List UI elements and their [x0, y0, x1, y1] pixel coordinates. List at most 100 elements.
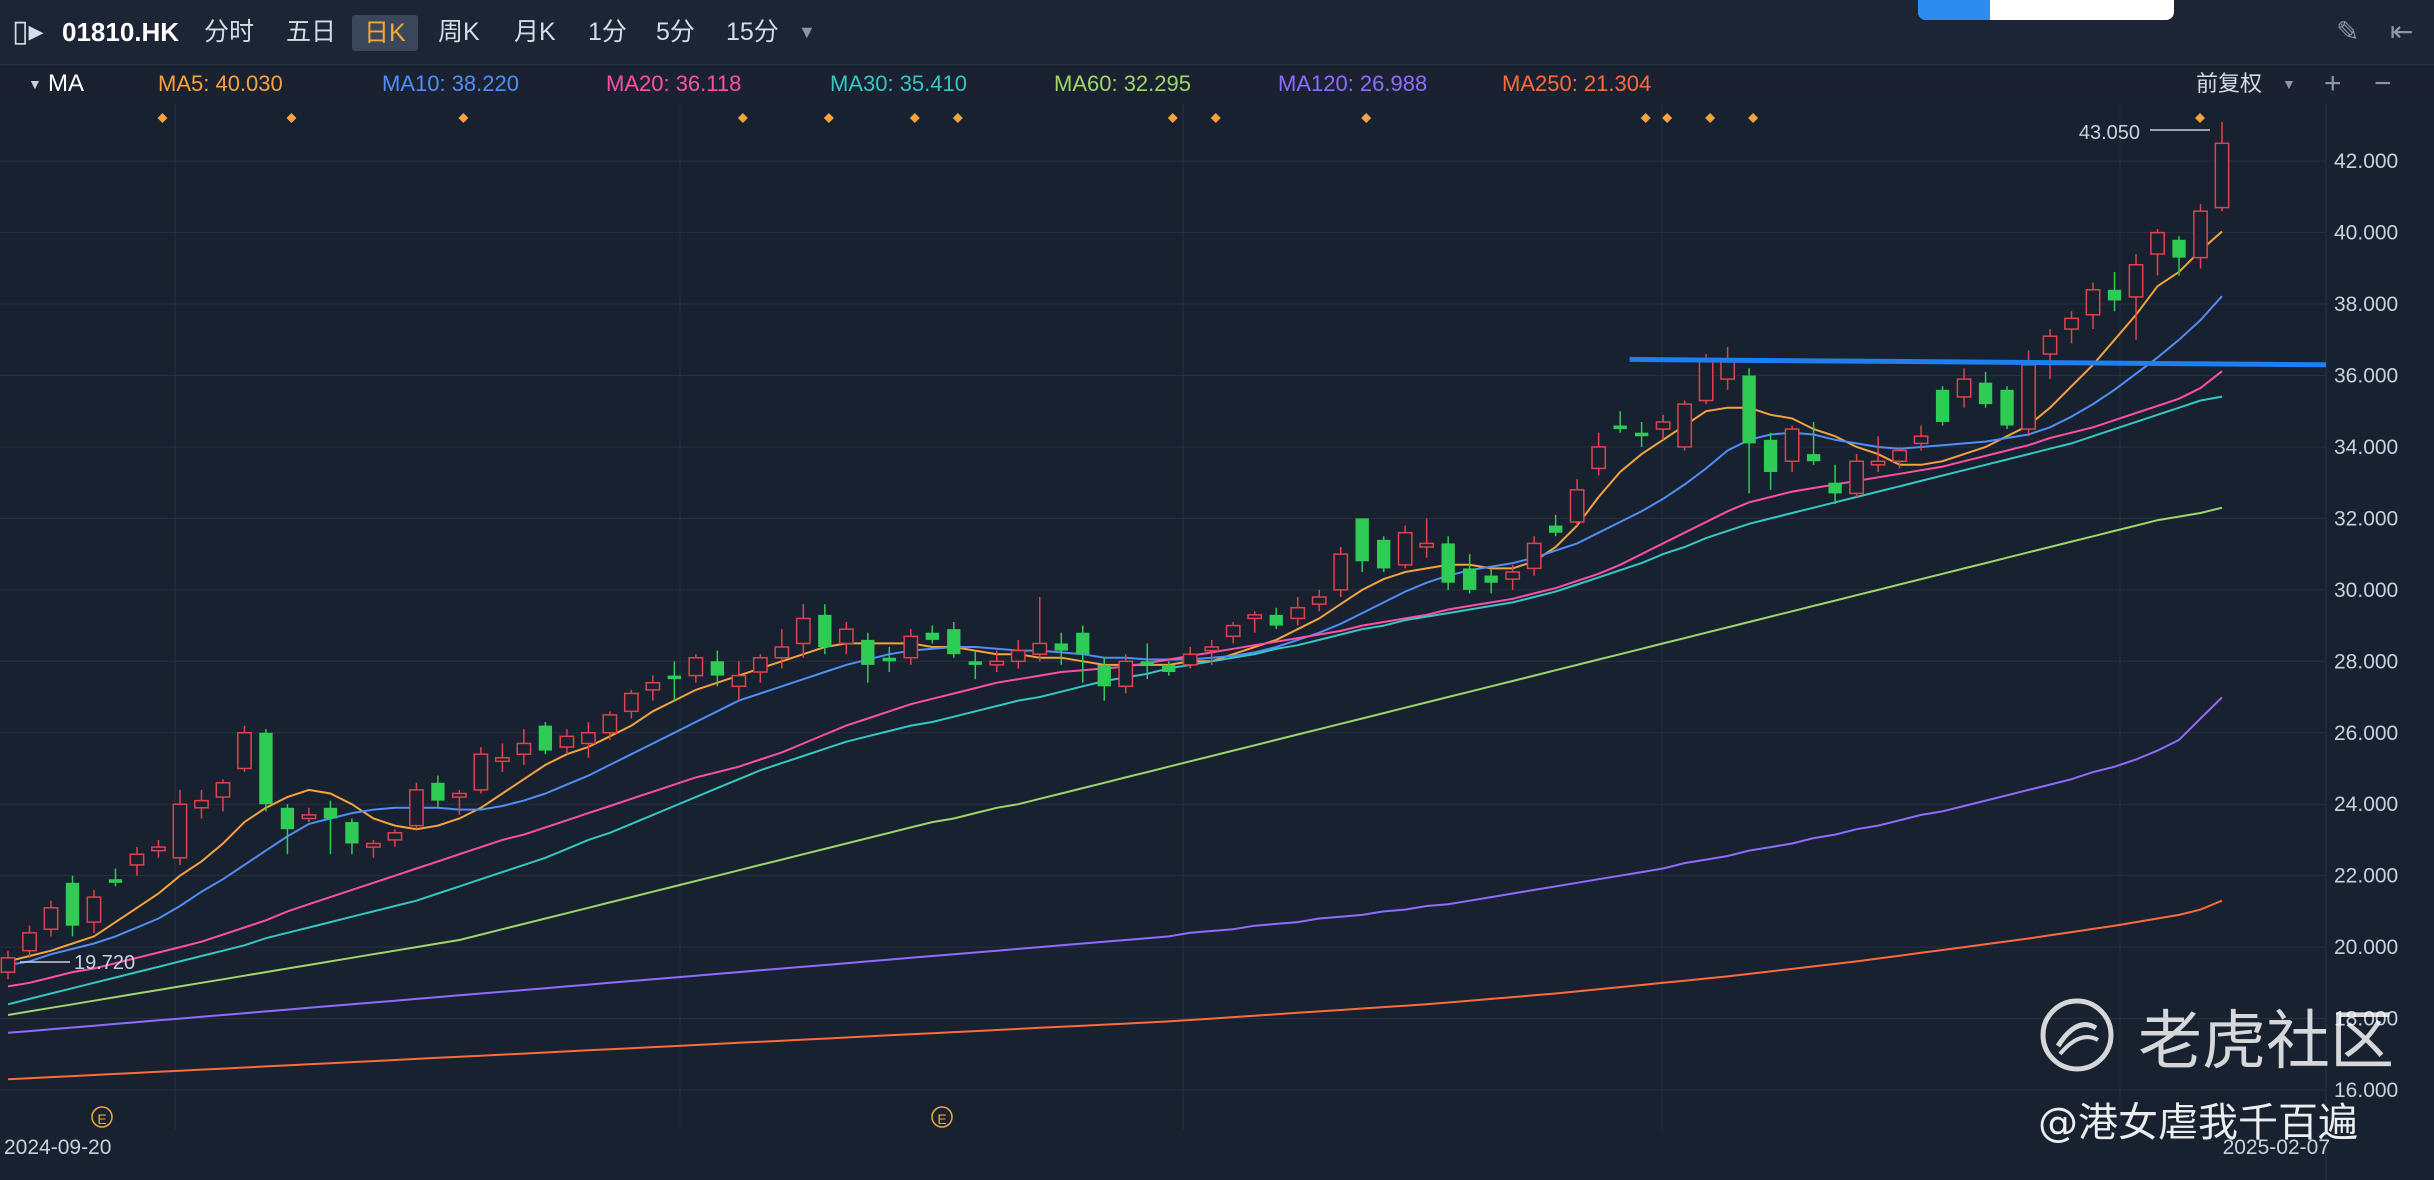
candle [947, 622, 961, 658]
candle-body [129, 853, 145, 866]
ma30-value: MA30: 35.410 [830, 71, 967, 96]
candle-body [882, 657, 896, 662]
tab-5min[interactable]: 5分 [656, 0, 695, 64]
candle [494, 743, 510, 773]
tab-15min[interactable]: 15分 [726, 0, 779, 64]
candle-body [2085, 289, 2101, 316]
candle-body [903, 635, 919, 659]
price-axis: 42.000 40.000 38.000 36.000 34.000 32.000 30.0… [2334, 150, 2398, 1102]
candle [301, 807, 317, 823]
candle-body [861, 639, 875, 665]
tab-five-day[interactable]: 五日 [286, 0, 336, 64]
candle [1118, 654, 1134, 694]
panel-toggle-icon[interactable]: ▯▸ [12, 0, 44, 64]
tab-weekly-k[interactable]: 周K [438, 0, 480, 64]
y-tick-label: 28.000 [2334, 650, 2398, 673]
candle-body [151, 846, 166, 852]
candle [22, 925, 37, 958]
candle [516, 729, 532, 765]
candle [2107, 271, 2122, 312]
candle [623, 689, 639, 719]
candle-body [795, 617, 811, 645]
tab-intraday[interactable]: 分时 [204, 0, 254, 64]
candlestick-chart[interactable]: E E 42.00040.00038.00036.00034.00032.0003… [0, 104, 2434, 1180]
candle [431, 775, 445, 808]
candle-body [259, 732, 273, 805]
candle-body [1784, 428, 1800, 462]
candle [903, 629, 919, 665]
candle [1828, 464, 1842, 505]
adjust-mode-label[interactable]: 前复权 [2196, 65, 2262, 103]
candle-body [1140, 661, 1154, 665]
adjust-mode-chevron-icon[interactable]: ▼ [2282, 65, 2296, 103]
tab-monthly-k[interactable]: 月K [514, 0, 556, 64]
event-diamond-icon [157, 113, 168, 123]
y-tick-label: 20.000 [2334, 936, 2398, 959]
candle-body [0, 957, 16, 973]
candle-body [774, 646, 790, 659]
candles [0, 121, 2230, 980]
candle-body [1892, 449, 1907, 462]
candle [43, 900, 59, 937]
candle [280, 804, 295, 855]
candle-body [989, 660, 1005, 666]
ma10-line [7, 295, 2223, 966]
candle-body [1269, 614, 1283, 626]
candle-body [710, 661, 725, 676]
ma120-value: MA120: 26.988 [1278, 71, 1428, 96]
chart-grid [0, 104, 2327, 1180]
scroll-indicator[interactable] [1918, 0, 2174, 20]
candle [1010, 639, 1026, 669]
candle [1569, 479, 1585, 526]
candle-body [2064, 317, 2079, 330]
candle [1613, 411, 1627, 433]
exit-fullscreen-icon[interactable]: ⇤ [2390, 0, 2413, 64]
event-diamond-icon [458, 113, 469, 123]
indicator-bar: ▼ MA MA5: 40.030 MA10: 38.220 MA20: 36.1… [0, 65, 2434, 103]
candle-body [602, 714, 618, 734]
indicator-name[interactable]: MA [48, 65, 84, 103]
ma250-value: MA250: 21.304 [1502, 71, 1652, 96]
indicator-dropdown-icon[interactable]: ▼ [28, 65, 42, 103]
candle [2085, 282, 2101, 330]
candle-body [1956, 378, 1972, 398]
candle-body [752, 656, 768, 673]
candle-body [559, 735, 575, 748]
zoom-in-icon[interactable]: + [2324, 65, 2342, 103]
candle-body [2000, 389, 2014, 426]
candle-body [43, 907, 59, 930]
candle-body [1441, 543, 1455, 583]
candle-body [1377, 539, 1391, 569]
candle [1784, 425, 1800, 472]
candle-body [645, 681, 661, 691]
candle-body [925, 632, 939, 640]
candle [882, 647, 896, 673]
candle [838, 622, 854, 655]
earnings-marker-letter: E [97, 1111, 106, 1127]
tab-1min[interactable]: 1分 [588, 0, 627, 64]
candle [323, 800, 338, 855]
candle-body [2107, 289, 2122, 301]
candle [345, 818, 359, 855]
zoom-out-icon[interactable]: − [2374, 65, 2392, 103]
candle [1311, 589, 1327, 612]
candle-body [366, 842, 381, 848]
candle-body [2214, 142, 2230, 209]
candle [2214, 121, 2230, 212]
candle [65, 875, 80, 937]
candle [2042, 329, 2058, 380]
candle-body [1419, 542, 1435, 548]
candle [1870, 436, 1886, 472]
candle-body [237, 732, 252, 770]
tab-daily-k[interactable]: 日K [352, 15, 418, 51]
y-tick-label: 24.000 [2334, 793, 2398, 816]
earnings-marker-letter: E [937, 1111, 946, 1127]
candle-body [2193, 210, 2208, 259]
event-diamond-icon [1705, 113, 1716, 123]
moving-average-lines [7, 230, 2223, 1081]
candle-body [408, 789, 424, 827]
pencil-icon[interactable]: ✎ [2336, 0, 2359, 64]
more-periods-chevron-icon[interactable]: ▼ [798, 0, 816, 64]
scroll-indicator-thumb[interactable] [1918, 0, 1990, 20]
candle [129, 847, 145, 876]
